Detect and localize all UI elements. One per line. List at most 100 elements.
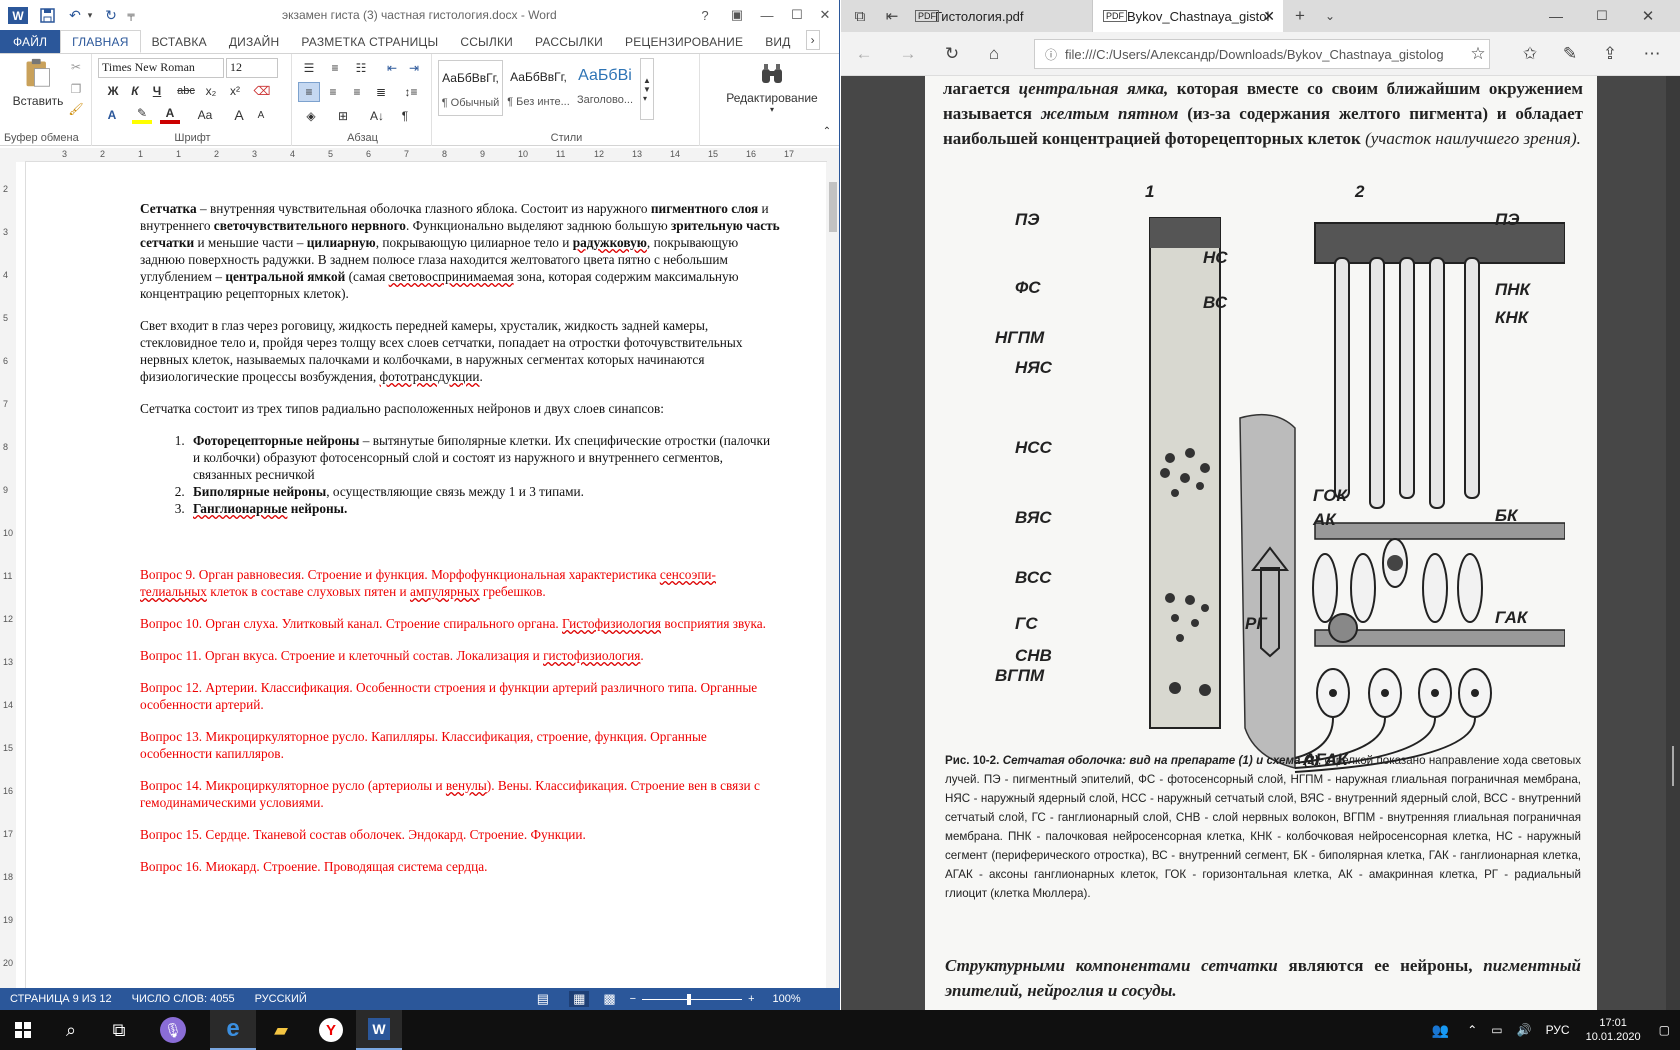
tab-insert[interactable]: ВСТАВКА xyxy=(141,30,218,53)
tab-references[interactable]: ССЫЛКИ xyxy=(449,30,524,53)
sort-icon[interactable]: A↓ xyxy=(366,106,388,126)
more-icon[interactable]: ⋯ xyxy=(1637,39,1667,69)
text-effects-icon[interactable]: A xyxy=(102,106,122,124)
bullets-icon[interactable]: ☰ xyxy=(298,58,320,78)
tab-preview-icon[interactable]: ⧉ xyxy=(845,1,875,31)
print-layout-icon[interactable]: ▦ xyxy=(569,991,590,1007)
superscript-button[interactable]: x² xyxy=(224,82,246,100)
volume-icon[interactable]: 🔊 xyxy=(1517,1023,1532,1037)
cut-icon[interactable]: ✂ xyxy=(66,58,86,76)
tab-file[interactable]: ФАЙЛ xyxy=(0,30,61,53)
tab-mailings[interactable]: РАССЫЛКИ xyxy=(524,30,614,53)
tab-list-icon[interactable]: ⌄ xyxy=(1315,1,1345,31)
change-case-button[interactable]: Aa xyxy=(192,106,218,124)
borders-icon[interactable]: ⊞ xyxy=(330,106,356,126)
font-name-select[interactable]: Times New Roman xyxy=(98,58,224,78)
editing-button[interactable]: Редактирование ▾ xyxy=(722,58,822,118)
font-size-select[interactable]: 12 xyxy=(226,58,278,78)
undo-icon[interactable]: ↶ xyxy=(64,6,86,24)
scroll-thumb[interactable] xyxy=(1672,746,1674,786)
refresh-icon[interactable]: ↻ xyxy=(937,39,967,69)
align-right-icon[interactable]: ≡ xyxy=(346,82,368,102)
style-heading-1[interactable]: АаБбВі Заголово... xyxy=(574,60,636,116)
word-vertical-scrollbar[interactable] xyxy=(826,162,839,992)
numbering-icon[interactable]: ≡ xyxy=(324,58,346,78)
underline-button[interactable]: Ч xyxy=(148,82,166,100)
file-explorer-icon[interactable]: ▰ xyxy=(258,1010,304,1050)
page-count[interactable]: СТРАНИЦА 9 ИЗ 12 xyxy=(10,993,112,1005)
task-view-icon[interactable]: ⧉ xyxy=(96,1010,142,1050)
edge-vertical-scrollbar[interactable] xyxy=(1666,76,1680,1010)
line-spacing-icon[interactable]: ↕≡ xyxy=(398,82,424,102)
align-center-icon[interactable]: ≡ xyxy=(322,82,344,102)
minimize-icon[interactable]: — xyxy=(752,4,782,26)
customize-toolbar-icon[interactable]: ╤ xyxy=(124,6,138,24)
strikethrough-button[interactable]: abc xyxy=(174,82,198,100)
start-windows-icon[interactable] xyxy=(0,1010,46,1050)
edge-minimize-icon[interactable]: — xyxy=(1541,1,1571,31)
subscript-button[interactable]: x₂ xyxy=(200,82,222,100)
search-icon[interactable]: ⌕ xyxy=(48,1010,94,1050)
styles-scroll-icon[interactable]: ▲ ▼ ▾ xyxy=(640,58,654,120)
redo-icon[interactable]: ↻ xyxy=(100,6,122,24)
back-icon[interactable]: ← xyxy=(849,39,879,69)
tab-histology-pdf[interactable]: PDF Гистология.pdf xyxy=(907,0,1093,32)
shading-icon[interactable]: ◈ xyxy=(298,106,324,126)
grow-font-button[interactable]: A xyxy=(230,106,248,124)
collapse-ribbon-icon[interactable]: ⌃ xyxy=(820,124,834,138)
vertical-ruler[interactable]: 2 3 4 5 6 7 8 9 10 11 12 13 14 15 16 17 18 19 20 xyxy=(0,162,16,992)
word-taskbar-icon[interactable]: W xyxy=(356,1010,402,1050)
zoom-level[interactable]: 100% xyxy=(773,993,801,1005)
zoom-slider-thumb[interactable] xyxy=(687,993,692,1005)
pen-icon[interactable]: ✎ xyxy=(1555,39,1585,69)
edge-taskbar-icon[interactable]: e xyxy=(210,1010,256,1050)
increase-indent-icon[interactable]: ⇥ xyxy=(404,58,424,78)
pdf-viewer[interactable]: лагается центральная ямка, которая вмест… xyxy=(841,76,1680,1010)
tab-bykov-pdf[interactable]: PDF Bykov_Chastnaya_gistol ✕ xyxy=(1093,0,1283,32)
zoom-out-icon[interactable]: − xyxy=(630,993,636,1005)
maximize-icon[interactable]: ☐ xyxy=(782,4,812,26)
forward-icon[interactable]: → xyxy=(893,39,923,69)
network-icon[interactable]: ▭ xyxy=(1491,1023,1502,1037)
home-icon[interactable]: ⌂ xyxy=(979,39,1009,69)
yandex-browser-icon[interactable]: Y xyxy=(308,1010,354,1050)
tab-review[interactable]: РЕЦЕНЗИРОВАНИЕ xyxy=(614,30,754,53)
url-input[interactable]: ⓘ file:///C:/Users/Александр/Downloads/B… xyxy=(1034,39,1490,69)
clock[interactable]: 17:01 10.01.2020 xyxy=(1586,1016,1641,1044)
undo-dropdown-icon[interactable]: ▾ xyxy=(84,6,96,24)
italic-button[interactable]: К xyxy=(126,82,144,100)
shrink-font-button[interactable]: A xyxy=(252,106,270,124)
close-tab-icon[interactable]: ✕ xyxy=(1263,8,1275,25)
input-language[interactable]: РУС xyxy=(1546,1023,1570,1037)
zoom-in-icon[interactable]: + xyxy=(748,993,754,1005)
favorites-icon[interactable]: ✩ xyxy=(1515,39,1545,69)
set-tabs-aside-icon[interactable]: ⇤ xyxy=(877,1,907,31)
justify-icon[interactable]: ≣ xyxy=(370,82,392,102)
show-hidden-icons-icon[interactable]: ⌃ xyxy=(1467,1023,1477,1037)
format-painter-icon[interactable]: 🖌 xyxy=(66,100,86,118)
tab-home[interactable]: ГЛАВНАЯ xyxy=(60,30,141,53)
edge-maximize-icon[interactable]: ☐ xyxy=(1587,1,1617,31)
help-icon[interactable]: ? xyxy=(690,4,720,26)
read-mode-icon[interactable]: ▤ xyxy=(537,991,549,1007)
font-color-icon[interactable]: A xyxy=(160,106,180,124)
align-left-icon[interactable]: ≡ xyxy=(298,82,320,102)
edge-close-icon[interactable]: ✕ xyxy=(1633,1,1663,31)
copy-icon[interactable]: ❐ xyxy=(66,80,86,98)
share-icon[interactable]: ⇪ xyxy=(1595,39,1625,69)
paste-button[interactable]: Вставить xyxy=(8,58,68,108)
people-icon[interactable]: 👥 xyxy=(1432,1022,1449,1039)
horizontal-ruler[interactable]: 3 2 1 1 2 3 4 5 6 7 8 9 10 11 12 13 14 15 16 17 xyxy=(0,148,839,162)
multilevel-list-icon[interactable]: ☷ xyxy=(350,58,372,78)
cortana-mic-icon[interactable]: 🎙 xyxy=(150,1010,196,1050)
notifications-icon[interactable]: ▢ xyxy=(1659,1023,1670,1037)
save-icon[interactable] xyxy=(36,6,58,24)
zoom-slider[interactable] xyxy=(642,993,743,1005)
highlight-icon[interactable]: ✎ xyxy=(132,106,152,124)
word-count[interactable]: ЧИСЛО СЛОВ: 4055 xyxy=(132,993,235,1005)
style-normal[interactable]: АаБбВвГг, ¶ Обычный xyxy=(438,60,503,116)
new-tab-icon[interactable]: + xyxy=(1285,1,1315,31)
bold-button[interactable]: Ж xyxy=(104,82,122,100)
clear-formatting-icon[interactable]: ⌫ xyxy=(250,82,274,100)
scroll-thumb[interactable] xyxy=(829,182,837,232)
